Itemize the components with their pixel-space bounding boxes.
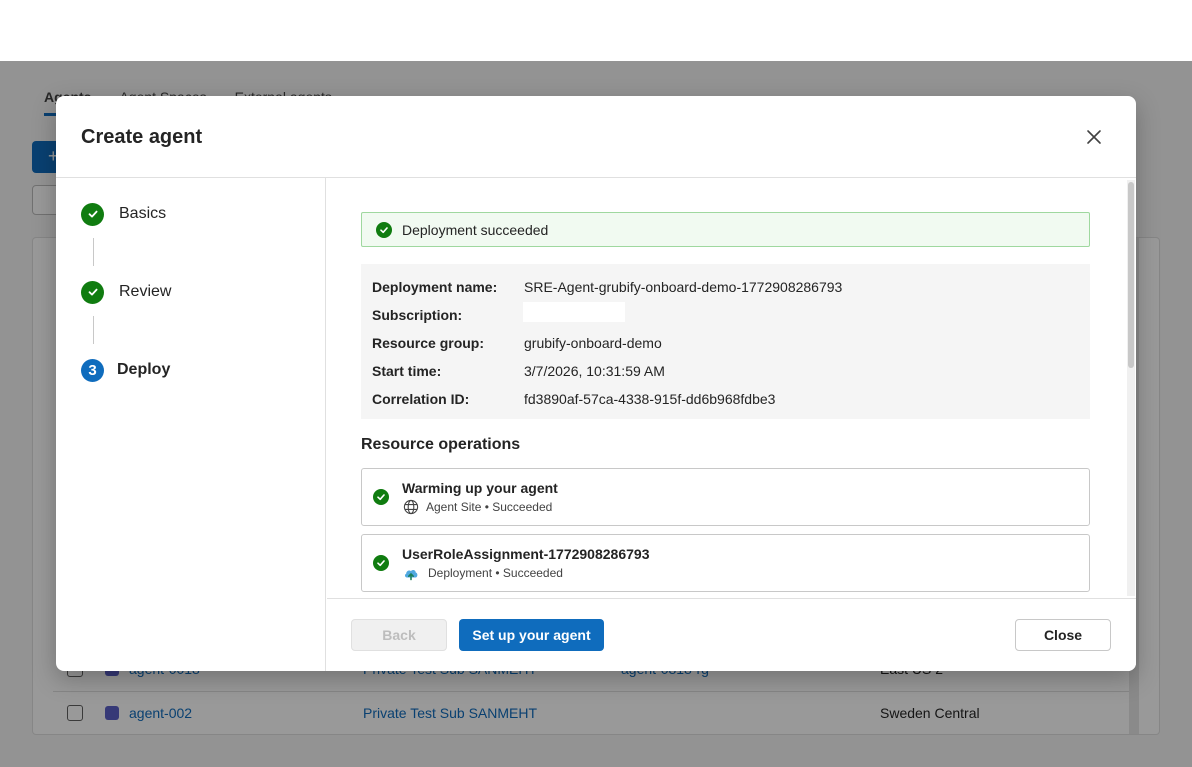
detail-key: Resource group: — [372, 335, 485, 351]
step-label: Review — [119, 283, 172, 300]
operation-status: Succeeded — [492, 500, 553, 514]
detail-key: Correlation ID: — [372, 391, 470, 407]
operation-type: Agent Site — [426, 500, 482, 514]
operation-meta: Agent Site • Succeeded — [402, 499, 552, 515]
step-number-badge: 3 — [81, 358, 104, 382]
deployment-name-value: SRE-Agent-grubify-onboard-demo-177290828… — [524, 279, 843, 295]
close-icon — [1087, 130, 1101, 144]
dialog-footer: Back Set up your agent Close — [327, 598, 1136, 671]
content-scrollbar[interactable] — [1127, 180, 1135, 596]
deployment-details: Deployment name: SRE-Agent-grubify-onboa… — [361, 264, 1090, 419]
operation-item[interactable]: Warming up your agent Agent Site • Succe… — [361, 468, 1090, 526]
operation-name: Warming up your agent — [402, 480, 558, 496]
deployment-status-text: Deployment succeeded — [402, 221, 549, 238]
meta-separator: • — [492, 566, 503, 580]
create-agent-dialog: Create agent Basics Review 3 Deploy Depl… — [56, 96, 1136, 671]
globe-icon — [402, 499, 420, 515]
step-review[interactable]: Review — [81, 280, 171, 304]
checkmark-icon — [81, 280, 104, 304]
scrollbar-thumb[interactable] — [1128, 182, 1134, 368]
correlation-id-value: fd3890af-57ca-4338-915f-dd6b968fdbe3 — [524, 391, 776, 407]
success-checkmark-icon — [373, 489, 389, 505]
set-up-agent-button[interactable]: Set up your agent — [459, 619, 604, 651]
close-button[interactable]: Close — [1015, 619, 1111, 651]
resource-group-value: grubify-onboard-demo — [524, 335, 662, 351]
step-label: Deploy — [117, 361, 171, 378]
step-label: Basics — [119, 205, 167, 222]
step-connector — [93, 238, 94, 266]
back-button[interactable]: Back — [351, 619, 447, 651]
step-connector — [93, 316, 94, 344]
dialog-title: Create agent — [81, 126, 203, 148]
operation-item[interactable]: UserRoleAssignment-1772908286793 Deploym… — [361, 534, 1090, 592]
dialog-header: Create agent — [56, 96, 1136, 178]
step-basics[interactable]: Basics — [81, 202, 166, 226]
operation-meta: Deployment • Succeeded — [402, 565, 563, 581]
deploy-content: Deployment succeeded Deployment name: SR… — [327, 178, 1136, 598]
success-checkmark-icon — [373, 555, 389, 571]
operation-type: Deployment — [428, 566, 493, 580]
meta-separator: • — [481, 500, 493, 514]
start-time-value: 3/7/2026, 10:31:59 AM — [524, 363, 665, 379]
cloud-upload-icon — [402, 565, 420, 581]
top-bar — [0, 0, 1192, 61]
operation-status: Succeeded — [502, 566, 563, 580]
step-deploy[interactable]: 3 Deploy — [81, 358, 170, 382]
deployment-status-banner: Deployment succeeded — [361, 212, 1090, 247]
wizard-steps: Basics Review 3 Deploy — [56, 178, 326, 671]
redacted-subscription-value — [523, 302, 625, 322]
detail-key: Deployment name: — [372, 279, 498, 295]
detail-key: Subscription: — [372, 307, 463, 323]
dialog-close-button[interactable] — [1082, 125, 1106, 149]
checkmark-icon — [81, 202, 104, 226]
operation-name: UserRoleAssignment-1772908286793 — [402, 546, 650, 562]
success-checkmark-icon — [376, 221, 392, 238]
resource-operations-title: Resource operations — [361, 436, 521, 453]
detail-key: Start time: — [372, 363, 442, 379]
